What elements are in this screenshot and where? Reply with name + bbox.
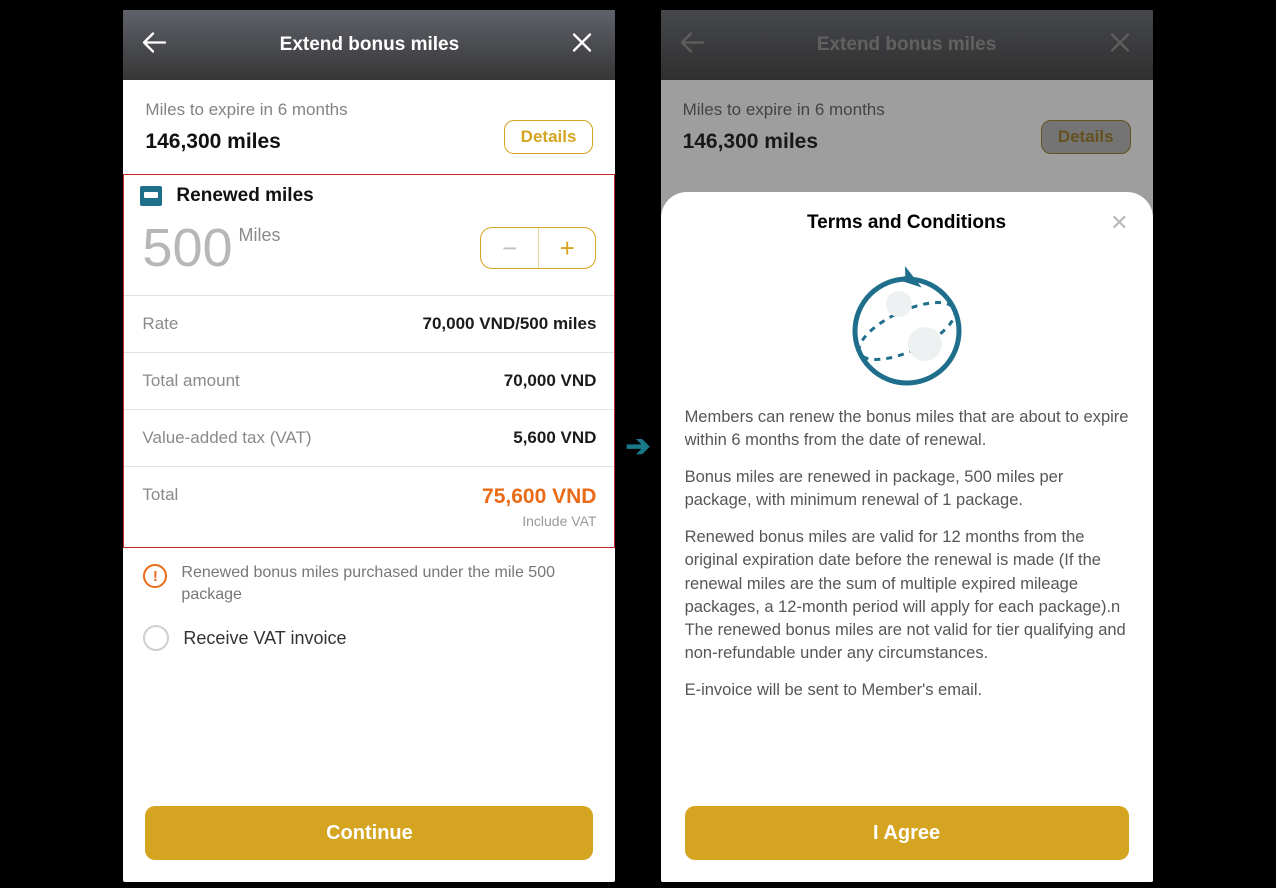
row-rate: Rate 70,000 VND/500 miles [124, 295, 614, 352]
rate-value: 70,000 VND/500 miles [423, 314, 597, 334]
arrow-right-icon: ➔ [625, 429, 650, 464]
terms-paragraph: Members can renew the bonus miles that a… [685, 406, 1129, 452]
vat-invoice-row: Receive VAT invoice [123, 611, 615, 665]
terms-paragraph: E-invoice will be sent to Member's email… [685, 679, 1129, 702]
details-button[interactable]: Details [504, 120, 594, 154]
qty-value: 500 [142, 221, 232, 275]
terms-paragraph: Renewed bonus miles are valid for 12 mon… [685, 526, 1129, 618]
row-total: Total 75,600 VND Include VAT [124, 466, 614, 547]
terms-body: Members can renew the bonus miles that a… [685, 406, 1129, 702]
vat-invoice-label: Receive VAT invoice [183, 628, 346, 649]
note-text: Renewed bonus miles purchased under the … [181, 562, 595, 605]
total-value: 75,600 VND Include VAT [482, 485, 596, 529]
decrement-button[interactable]: − [481, 228, 539, 268]
amount-value: 70,000 VND [504, 371, 597, 391]
back-icon[interactable] [141, 32, 167, 59]
continue-button[interactable]: Continue [145, 806, 593, 860]
modal-close-icon[interactable]: ✕ [1110, 212, 1128, 234]
qty-unit: Miles [239, 225, 281, 246]
modal-title: Terms and Conditions [807, 212, 1006, 233]
close-icon[interactable] [571, 32, 593, 59]
info-icon: ! [143, 564, 167, 588]
expire-miles-value: 146,300 miles [145, 130, 347, 154]
phone-extend-miles: Extend bonus miles Miles to expire in 6 … [123, 10, 615, 882]
total-label: Total [142, 485, 178, 505]
rate-label: Rate [142, 314, 178, 334]
note-row: ! Renewed bonus miles purchased under th… [123, 548, 615, 611]
agree-button[interactable]: I Agree [685, 806, 1129, 860]
renewed-icon [140, 186, 162, 206]
row-vat: Value-added tax (VAT) 5,600 VND [124, 409, 614, 466]
increment-button[interactable]: + [539, 228, 596, 268]
quantity-stepper: − + [480, 227, 596, 269]
miles-summary: Miles to expire in 6 months 146,300 mile… [123, 80, 615, 172]
expire-subhead: Miles to expire in 6 months [145, 100, 347, 120]
total-value-number: 75,600 VND [482, 485, 596, 508]
terms-paragraph: The renewed bonus miles are not valid fo… [685, 619, 1129, 665]
phone-terms: Extend bonus miles Miles to expire in 6 … [661, 10, 1153, 882]
terms-modal: Terms and Conditions ✕ Members can renew… [661, 192, 1153, 882]
page-title: Extend bonus miles [280, 34, 459, 56]
total-include-vat: Include VAT [482, 513, 596, 529]
terms-illustration [685, 246, 1129, 406]
row-amount: Total amount 70,000 VND [124, 352, 614, 409]
renewed-miles-card: Renewed miles 500 Miles − + Rate 70,000 … [123, 174, 615, 548]
app-header: Extend bonus miles [123, 10, 615, 80]
terms-paragraph: Bonus miles are renewed in package, 500 … [685, 466, 1129, 512]
amount-label: Total amount [142, 371, 239, 391]
vat-label: Value-added tax (VAT) [142, 428, 311, 448]
vat-invoice-radio[interactable] [143, 625, 169, 651]
vat-value: 5,600 VND [513, 428, 596, 448]
renewed-title: Renewed miles [176, 185, 313, 207]
